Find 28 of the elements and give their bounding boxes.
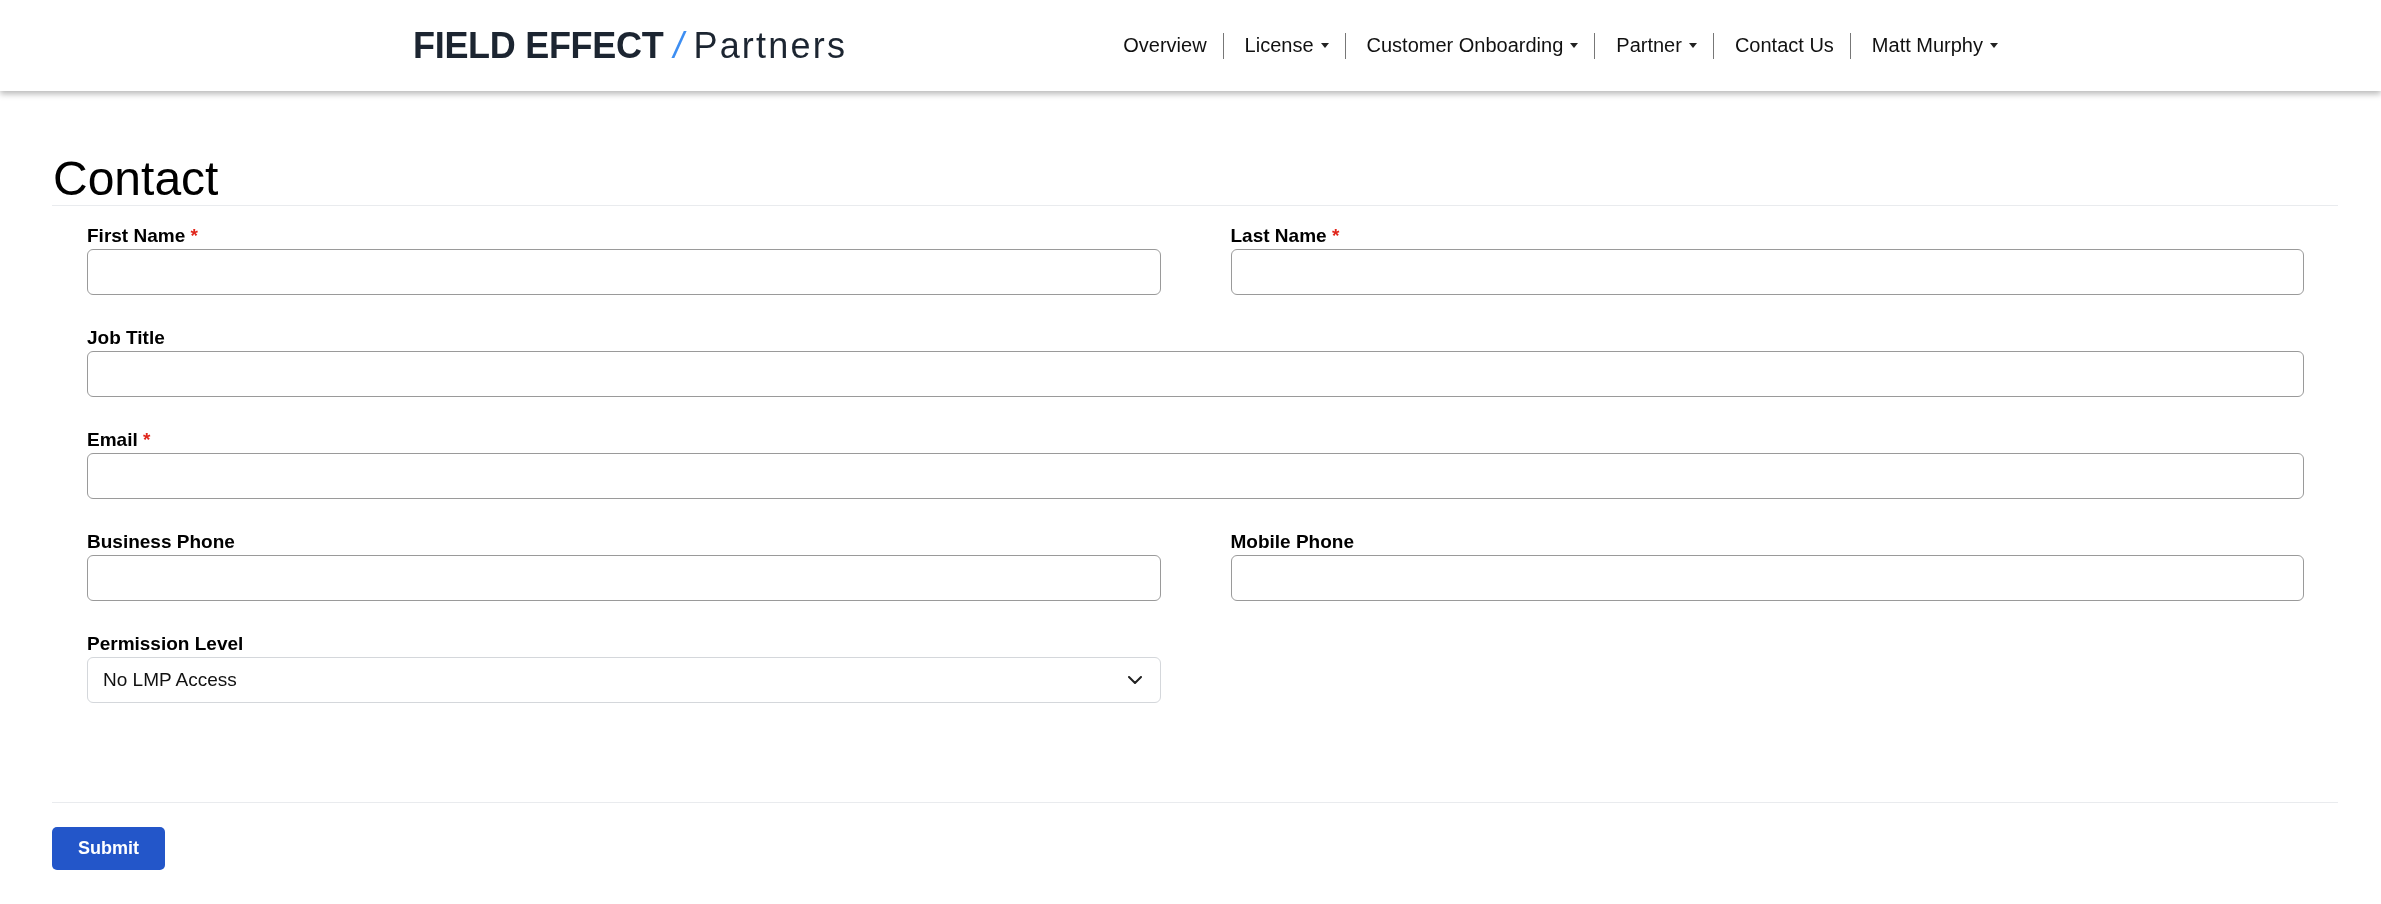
- input-field[interactable]: [1230, 249, 2304, 295]
- input-field[interactable]: [1230, 555, 2304, 601]
- nav-dropdown[interactable]: Customer Onboarding: [1366, 31, 1579, 60]
- field-label: Business Phone: [87, 530, 235, 553]
- caret-down-icon: [1570, 43, 1579, 48]
- input-field[interactable]: [87, 249, 1161, 295]
- nav-dropdown[interactable]: License: [1244, 31, 1329, 60]
- nav-dropdown[interactable]: Partner: [1616, 31, 1697, 60]
- page-title: Contact: [53, 153, 219, 205]
- field-label: Job Title: [87, 326, 165, 349]
- nav-dropdown[interactable]: Matt Murphy: [1871, 31, 1998, 60]
- dropdown-select[interactable]: No LMP Access: [87, 657, 1161, 703]
- submit-button[interactable]: Submit: [52, 827, 165, 870]
- nav-link[interactable]: Contact Us: [1734, 31, 1834, 60]
- chevron-down-icon: [1127, 676, 1142, 684]
- logo[interactable]: FIELD EFFECT / Partners: [413, 27, 848, 64]
- input-field[interactable]: [87, 351, 2304, 397]
- field-label: Permission Level: [87, 632, 244, 655]
- field-label: Mobile Phone: [1230, 530, 1354, 553]
- caret-down-icon: [1688, 43, 1697, 48]
- caret-down-icon: [1990, 43, 1998, 48]
- caret-down-icon: [1320, 43, 1329, 48]
- field-label: Last Name *: [1230, 224, 1340, 247]
- field-label: Email *: [87, 428, 151, 451]
- input-field[interactable]: [87, 555, 1161, 601]
- nav-link[interactable]: Overview: [1123, 31, 1207, 60]
- field-label: First Name *: [87, 224, 198, 247]
- input-field[interactable]: [87, 453, 2304, 499]
